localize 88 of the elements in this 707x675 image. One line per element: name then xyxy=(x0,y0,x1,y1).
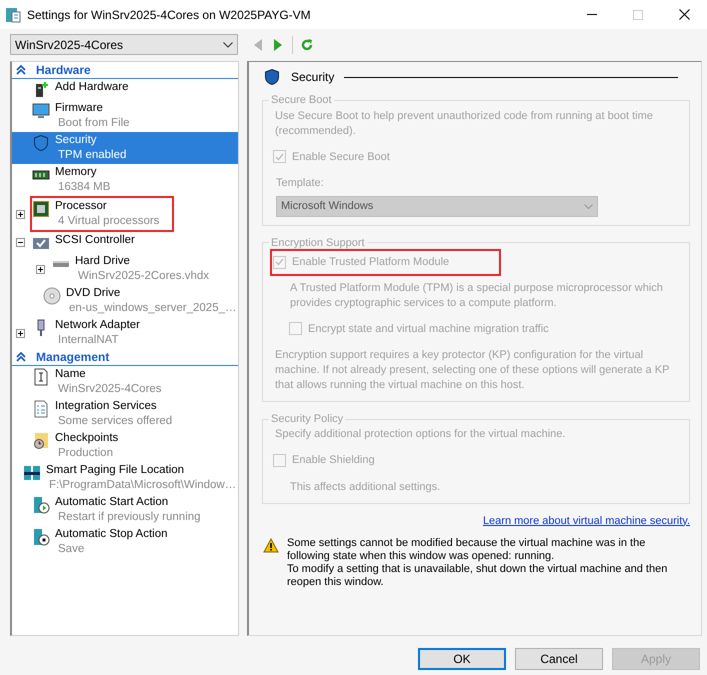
sidebar-item[interactable]: Automatic Start Action Restart if previously running xyxy=(12,494,238,526)
security-help-link[interactable]: Learn more about virtual machine security. xyxy=(482,512,690,529)
description-text: Specify additional protection options for the virtual machine. xyxy=(274,427,566,442)
disc-icon xyxy=(43,287,61,305)
item-name: Security xyxy=(55,133,98,148)
sidebar-item[interactable]: Checkpoints Production xyxy=(12,430,238,462)
sidebar-item[interactable]: Firmware Boot from File xyxy=(12,100,238,132)
item-name: Hard Drive xyxy=(75,254,131,269)
group-title: Secure Boot xyxy=(270,93,333,108)
collapse-button[interactable] xyxy=(16,238,25,247)
item-name: Checkpoints xyxy=(55,431,118,446)
checklist-icon xyxy=(32,400,50,418)
item-detail: Restart if previously running xyxy=(57,510,201,525)
sidebar-item[interactable]: Automatic Stop Action Save xyxy=(12,526,238,558)
chevron-down-icon xyxy=(223,42,233,48)
processor-icon xyxy=(32,200,50,218)
item-detail: en-us_windows_server_2025_… xyxy=(68,301,236,316)
sidebar-item[interactable]: Name WinSrv2025-4Cores xyxy=(12,366,238,398)
item-detail: 4 Virtual processors xyxy=(57,214,160,229)
server-play-icon xyxy=(32,496,50,514)
item-name: Network Adapter xyxy=(55,318,140,333)
item-name: Automatic Stop Action xyxy=(55,527,168,542)
item-name: SCSI Controller xyxy=(55,233,135,248)
sidebar-item[interactable]: Processor 4 Virtual processors xyxy=(12,196,238,232)
item-detail: WinSrv2025-2Cores.vhdx xyxy=(77,269,210,284)
expand-button[interactable] xyxy=(16,328,25,338)
item-detail: InternalNAT xyxy=(57,333,120,348)
sidebar-item[interactable]: Memory 16384 MB xyxy=(12,164,238,196)
monitor-icon xyxy=(32,102,50,120)
chevron-down-icon xyxy=(584,204,593,208)
item-detail: Boot from File xyxy=(57,116,130,131)
item-detail: TPM enabled xyxy=(57,148,126,163)
item-detail: Some services offered xyxy=(57,414,172,429)
section-title: Hardware xyxy=(36,62,91,79)
item-name: Add Hardware xyxy=(55,80,129,95)
checkmark-icon xyxy=(275,152,284,161)
sidebar-item[interactable]: Network Adapter InternalNAT xyxy=(12,317,238,349)
sidebar-item[interactable]: Smart Paging File Location F:\ProgramData\Microsoft\Window… xyxy=(12,462,238,494)
description-text: Encryption support requires a key protector (KP) configuration for the virtual machine. If not already present, selecting one of these options will generate a KP that allows running the virtual machine on this host. xyxy=(274,348,670,393)
section-title: Management xyxy=(36,349,110,366)
description-text: This affects additional settings. xyxy=(289,480,442,494)
description-text: A Trusted Platform Module (TPM) is a special purpose microprocessor which provides cryptographic services to a compute platform. xyxy=(289,280,664,310)
item-name: DVD Drive xyxy=(66,286,122,301)
sidebar-item[interactable]: Add Hardware xyxy=(12,79,238,100)
warning-text: Some settings cannot be modified because the virtual machine was in the following state when this window was opened: running. xyxy=(287,537,646,563)
item-detail: F:\ProgramData\Microsoft\Window… xyxy=(48,478,236,493)
collapse-chevrons-icon[interactable] xyxy=(16,352,26,362)
collapse-chevrons-icon[interactable] xyxy=(16,65,26,75)
forward-arrow-icon[interactable] xyxy=(272,38,284,52)
item-name: Smart Paging File Location xyxy=(46,463,186,478)
text-document-icon xyxy=(32,368,50,386)
sidebar-item[interactable]: Integration Services Some services offered xyxy=(12,398,238,430)
item-name: Processor xyxy=(55,199,108,214)
checkmark-icon xyxy=(275,258,284,266)
item-name: Firmware xyxy=(55,101,104,116)
sidebar-item[interactable]: Security TPM enabled xyxy=(12,132,238,164)
item-detail: WinSrv2025-4Cores xyxy=(57,382,162,397)
shield-icon xyxy=(32,134,50,152)
sidebar-item[interactable]: Hard Drive WinSrv2025-2Cores.vhdx xyxy=(12,253,238,285)
item-name: Automatic Start Action xyxy=(55,495,170,510)
dialog-button[interactable]: Cancel xyxy=(515,648,603,670)
vm-dropdown[interactable]: WinSrv2025-4Cores xyxy=(10,34,238,55)
settings-window-icon xyxy=(5,6,21,22)
field-label: Template: xyxy=(276,176,325,191)
item-detail: 16384 MB xyxy=(57,180,110,195)
item-detail: Production xyxy=(57,446,114,461)
refresh-icon[interactable] xyxy=(301,38,313,52)
server-stop-icon xyxy=(32,528,50,546)
dialog-button[interactable]: OK xyxy=(418,648,506,670)
group-title: Security Policy xyxy=(270,412,344,427)
description-text: Use Secure Boot to help prevent unauthorized code from running at boot time (recommended). xyxy=(274,108,654,138)
warning-icon xyxy=(263,538,279,553)
item-name: Integration Services xyxy=(55,399,158,414)
close-icon xyxy=(678,9,690,20)
group-title: Encryption Support xyxy=(270,236,366,250)
item-detail: Save xyxy=(57,542,86,557)
panel-title: Security xyxy=(291,69,334,86)
servers-icon xyxy=(23,464,41,482)
window-title: Settings for WinSrv2025-4Cores on W2025PAYG-VM xyxy=(27,6,312,24)
warning-text: To modify a setting that is unavailable, shut down the virtual machine and then reopen this window. xyxy=(287,563,668,589)
sidebar-item[interactable]: SCSI Controller xyxy=(12,232,238,253)
expand-button[interactable] xyxy=(16,210,25,218)
item-name: Memory xyxy=(55,165,98,180)
sidebar-item[interactable]: DVD Drive en-us_windows_server_2025_… xyxy=(12,285,238,317)
shield-icon xyxy=(263,68,281,86)
item-name: Name xyxy=(55,367,87,382)
expand-button[interactable] xyxy=(36,264,45,274)
folder-clock-icon xyxy=(32,432,50,450)
